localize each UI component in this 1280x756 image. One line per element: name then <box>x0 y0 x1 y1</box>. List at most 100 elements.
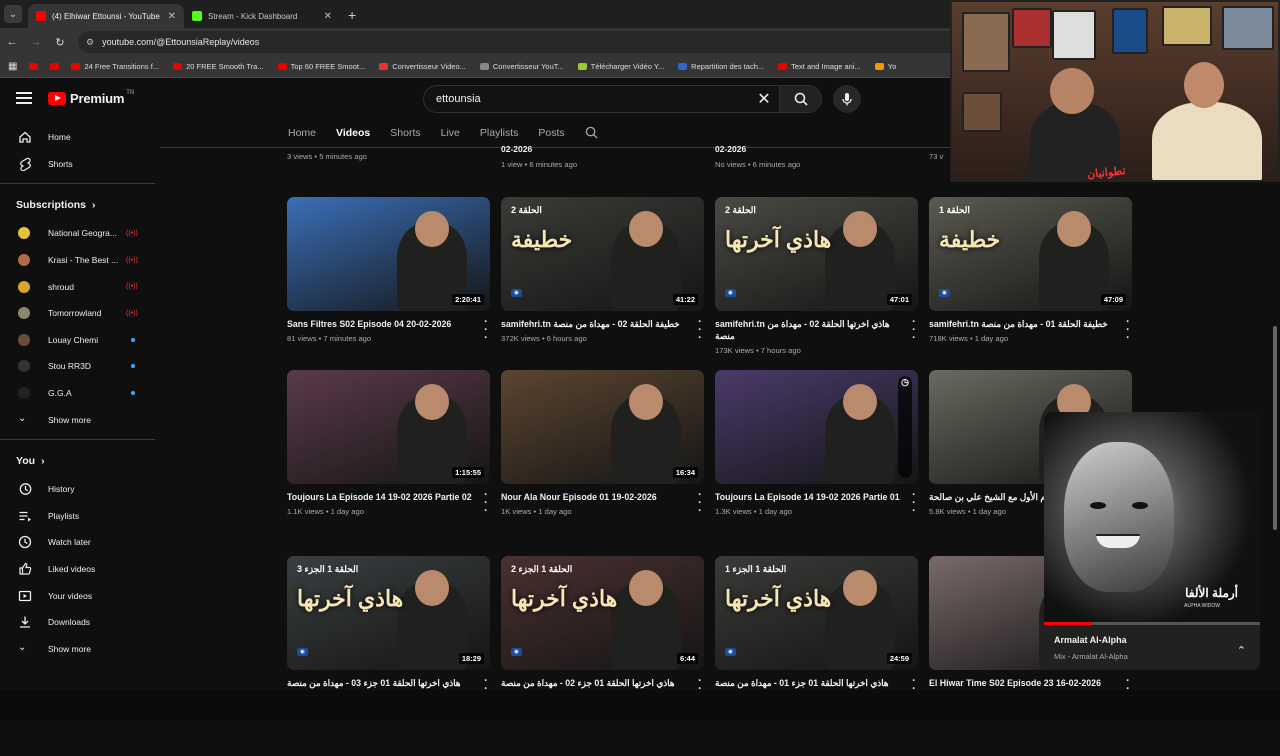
clear-search-icon[interactable]: ✕ <box>749 89 779 109</box>
tab-posts[interactable]: Posts <box>538 127 564 139</box>
search-box[interactable]: ettounsia ✕ <box>423 85 822 113</box>
more-actions-icon[interactable]: ··· <box>481 317 491 344</box>
back-icon[interactable]: ← <box>0 36 24 48</box>
subscription-item[interactable]: Krasi - The Best ... ((•)) <box>0 247 155 274</box>
expand-chevron-icon[interactable]: ⌃ <box>1237 644 1246 657</box>
tab-shorts[interactable]: Shorts <box>390 127 420 139</box>
bookmark-item[interactable]: Yo <box>874 62 896 71</box>
video-thumbnail[interactable]: 2:20:41 <box>287 197 490 311</box>
more-actions-icon[interactable]: ··· <box>1123 317 1133 344</box>
more-actions-icon[interactable]: ··· <box>481 490 491 517</box>
video-title[interactable]: Nour Ala Nour Episode 01 19-02-2026 <box>501 491 695 503</box>
video-card[interactable]: الحلقة 1 الجزء 3 هاذي آخرتها ◉ 18:29 هاذي اخ… <box>287 556 491 703</box>
video-thumbnail[interactable]: الحلقة 1 الجزء 1 هاذي آخرتها ◉ 24:59 <box>715 556 918 670</box>
channel-search-icon[interactable] <box>585 126 598 139</box>
video-thumbnail[interactable]: الحلقة 2 هاذي آخرتها ◉ 47:01 <box>715 197 918 311</box>
video-card[interactable]: الحلقة 1 خطيفة ◉ 47:09 samifehri.tn خطيفة ال… <box>929 197 1133 344</box>
reload-icon[interactable]: ↻ <box>48 36 72 49</box>
sidebar-item-watch-later[interactable]: Watch later <box>0 529 155 556</box>
sidebar-item-home[interactable]: Home <box>0 124 155 151</box>
subscription-item[interactable]: Louay Chemi <box>0 327 155 354</box>
miniplayer[interactable]: أرملة الألفا ALPHA WIDOW Armalat Al-Alph… <box>1044 412 1260 670</box>
search-input[interactable]: ettounsia <box>436 93 749 105</box>
video-title[interactable]: Toujours La Episode 14 19-02 2026 Partie… <box>287 491 481 503</box>
menu-icon[interactable] <box>16 92 32 104</box>
sidebar-item-downloads[interactable]: Downloads <box>0 609 155 636</box>
sidebar-item-liked-videos[interactable]: Liked videos <box>0 556 155 583</box>
sidebar-item-playlists[interactable]: Playlists <box>0 503 155 530</box>
subscription-item[interactable]: Tomorrowland ((•)) <box>0 300 155 327</box>
show-more-subscriptions[interactable]: ⌄ Show more <box>0 406 155 433</box>
video-thumbnail[interactable]: الحلقة 1 خطيفة ◉ 47:09 <box>929 197 1132 311</box>
tab-playlists[interactable]: Playlists <box>480 127 519 139</box>
video-thumbnail[interactable]: 1:15:55 <box>287 370 490 484</box>
video-thumbnail[interactable]: الحلقة 1 الجزء 3 هاذي آخرتها ◉ 18:29 <box>287 556 490 670</box>
you-header[interactable]: You › <box>0 446 155 476</box>
bookmark-item[interactable]: Repartition des tach... <box>678 62 764 71</box>
video-title[interactable]: samifehri.tn خطيفة الحلقة 02 - مهداة من … <box>501 318 695 330</box>
forward-icon[interactable]: → <box>24 36 48 48</box>
video-title[interactable]: هاذي اخرتها الحلقة 01 جزء 01 - مهداة من … <box>715 677 909 689</box>
video-card[interactable]: الحلقة 2 هاذي آخرتها ◉ 47:01 samifehri.tn ها… <box>715 197 919 355</box>
show-more-you[interactable]: ⌄ Show more <box>0 636 155 663</box>
subscription-item[interactable]: shroud ((•)) <box>0 273 155 300</box>
youtube-logo[interactable]: Premium TN <box>48 90 134 106</box>
new-tab-button[interactable]: + <box>348 7 356 23</box>
browser-tab[interactable]: Stream - Kick Dashboard ✕ <box>184 4 340 28</box>
video-card[interactable]: 16:34 Nour Ala Nour Episode 01 19-02-2026… <box>501 370 705 517</box>
video-title[interactable]: Sans Filtres S02 Episode 04 20-02-2026 <box>287 318 481 330</box>
scrollbar-thumb[interactable] <box>1273 326 1277 530</box>
video-thumbnail[interactable]: الحلقة 1 الجزء 2 هاذي آخرتها ◉ 6:44 <box>501 556 704 670</box>
subscriptions-header[interactable]: Subscriptions › <box>0 190 155 220</box>
video-card[interactable]: 1:15:55 Toujours La Episode 14 19-02 2026… <box>287 370 491 517</box>
video-card-partial[interactable]: 02-2026 No views • 6 minutes ago <box>715 144 800 169</box>
tab-home[interactable]: Home <box>288 127 316 139</box>
tab-close-icon[interactable]: ✕ <box>168 11 176 22</box>
video-thumbnail[interactable]: ◷ <box>715 370 918 484</box>
bookmark-item[interactable]: Text and Image ani... <box>778 62 861 71</box>
bookmark-item[interactable]: 24 Free Transitions f... <box>71 62 159 71</box>
video-card[interactable]: الحلقة 1 الجزء 2 هاذي آخرتها ◉ 6:44 هاذي اخر… <box>501 556 705 703</box>
video-title[interactable]: El Hiwar Time S02 Episode 23 16-02-2026 <box>929 677 1123 689</box>
video-card-partial[interactable]: 73 v <box>929 152 943 161</box>
subscription-item[interactable]: National Geogra... ((•)) <box>0 220 155 247</box>
sidebar-item-history[interactable]: History <box>0 476 155 503</box>
bookmark-yt[interactable] <box>29 63 39 70</box>
more-actions-icon[interactable]: ··· <box>695 317 705 344</box>
bookmark-item[interactable]: 20 FREE Smooth Tra... <box>173 62 264 71</box>
tab-close-icon[interactable]: ✕ <box>324 11 332 22</box>
more-actions-icon[interactable]: ··· <box>909 317 919 355</box>
video-title[interactable]: Toujours La Episode 14 19-02 2026 Partie… <box>715 491 909 503</box>
miniplayer-progress[interactable] <box>1044 622 1260 625</box>
video-card[interactable]: 2:20:41 Sans Filtres S02 Episode 04 20-02… <box>287 197 491 344</box>
video-card-partial[interactable]: 3 views • 5 minutes ago <box>287 152 367 161</box>
watch-later-icon[interactable]: ◷ <box>898 376 912 478</box>
voice-search-button[interactable] <box>833 85 861 113</box>
video-thumbnail[interactable]: 16:34 <box>501 370 704 484</box>
tab-search-icon[interactable]: ⌄ <box>4 5 22 23</box>
site-info-icon[interactable]: ⚙ <box>86 37 94 48</box>
more-actions-icon[interactable]: ··· <box>909 490 919 517</box>
subscription-item[interactable]: G.G.A <box>0 380 155 407</box>
bookmark-item[interactable]: Top 60 FREE Smoot... <box>277 62 365 71</box>
search-button[interactable] <box>779 86 821 112</box>
bookmark-item[interactable]: Télécharger Vidéo Y... <box>577 62 664 71</box>
video-card[interactable]: ◷ Toujours La Episode 14 19-02 2026 Parti… <box>715 370 919 517</box>
more-actions-icon[interactable]: ··· <box>695 490 705 517</box>
video-title[interactable]: samifehri.tn هاذي اخرتها الحلقة 02 - مهد… <box>715 318 909 342</box>
scrollbar[interactable] <box>1270 260 1280 756</box>
video-thumbnail[interactable]: الحلقة 2 خطيفة ◉ 41:22 <box>501 197 704 311</box>
video-card[interactable]: الحلقة 1 الجزء 1 هاذي آخرتها ◉ 24:59 هاذي اخ… <box>715 556 919 703</box>
bookmark-item[interactable]: Convertisseur Video... <box>379 62 466 71</box>
tab-live[interactable]: Live <box>441 127 460 139</box>
video-card-partial[interactable]: 02-2026 1 view • 6 minutes ago <box>501 144 577 169</box>
sidebar-item-shorts[interactable]: Shorts <box>0 151 155 178</box>
browser-tab[interactable]: (4) Elhiwar Ettounsi - YouTube ✕ <box>28 4 184 28</box>
bookmark-item[interactable]: Convertisseur YouT... <box>479 62 564 71</box>
tab-videos[interactable]: Videos <box>336 127 370 139</box>
subscription-item[interactable]: Stou RR3D <box>0 353 155 380</box>
video-title[interactable]: samifehri.tn خطيفة الحلقة 01 - مهداة من … <box>929 318 1123 330</box>
video-card[interactable]: الحلقة 2 خطيفة ◉ 41:22 samifehri.tn خطيفة ال… <box>501 197 705 344</box>
video-title[interactable]: هاذي اخرتها الحلقة 01 جزء 02 - مهداة من … <box>501 677 695 689</box>
video-title[interactable]: هاذي اخرتها الحلقة 01 جزء 03 - مهداة من … <box>287 677 481 689</box>
